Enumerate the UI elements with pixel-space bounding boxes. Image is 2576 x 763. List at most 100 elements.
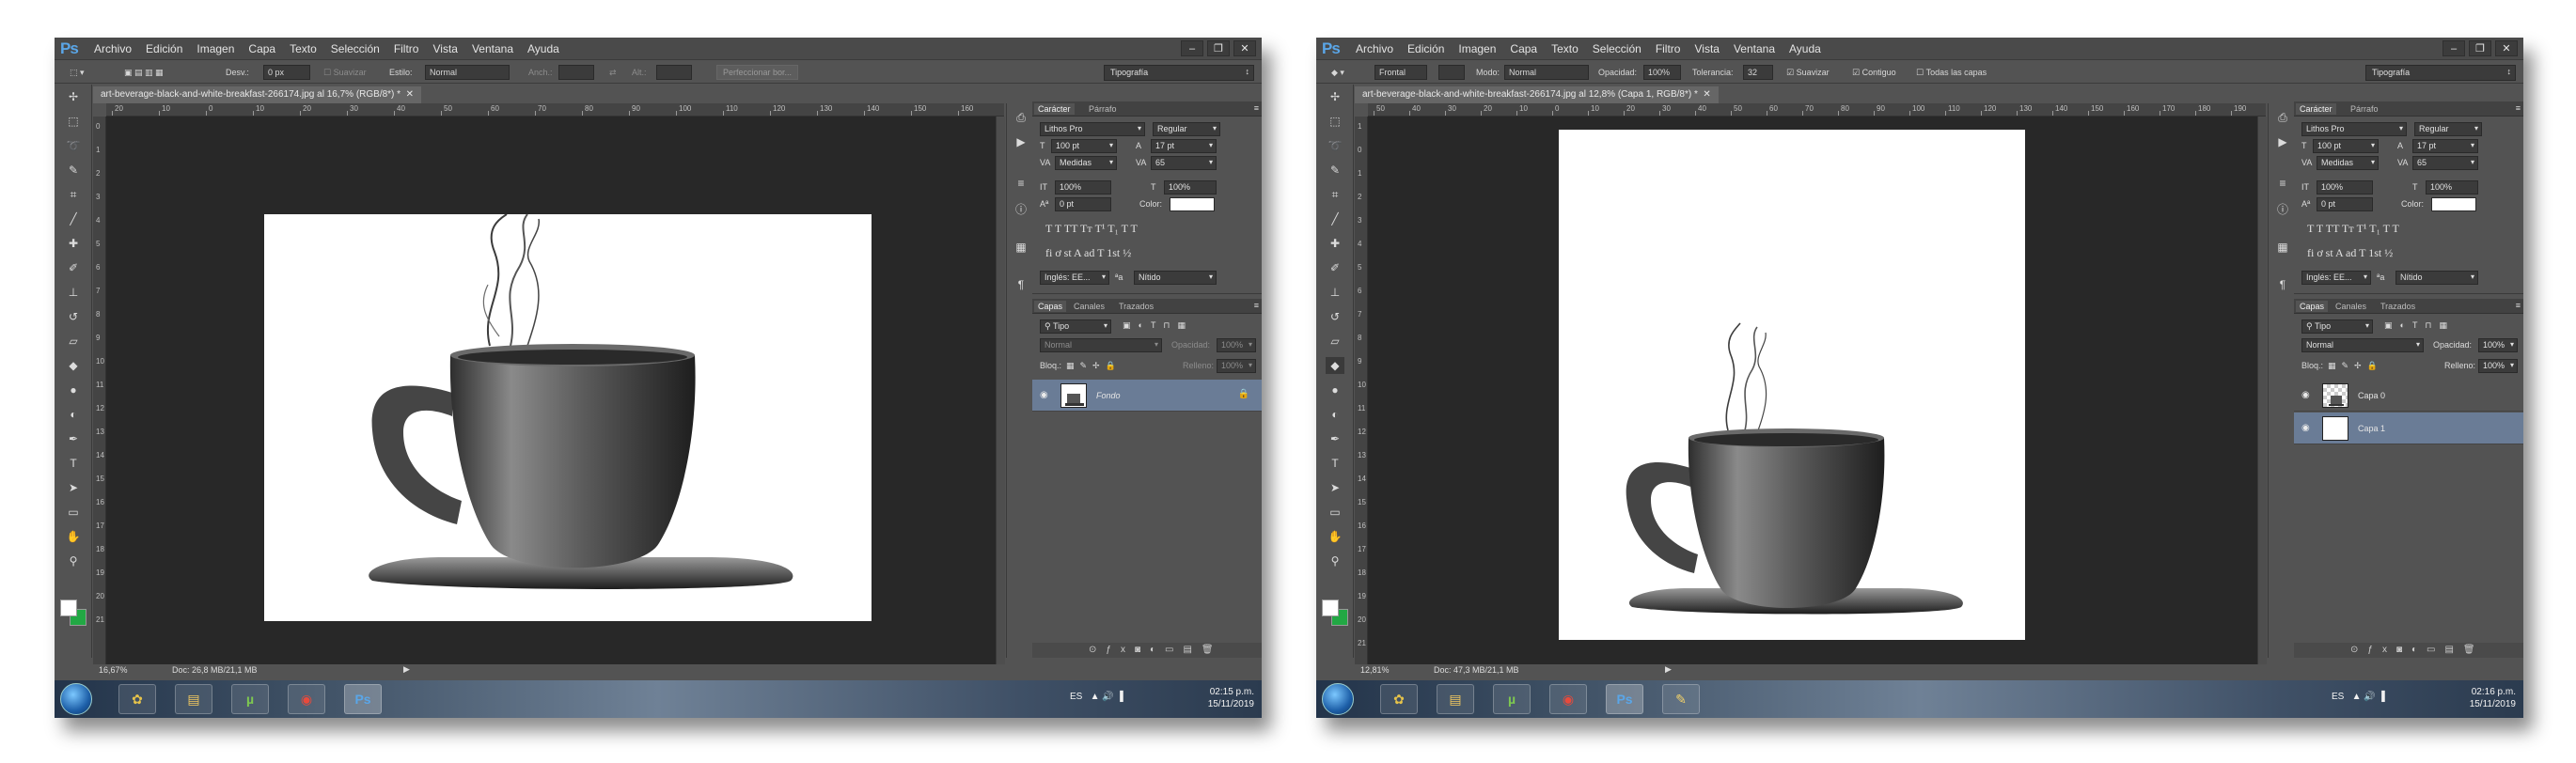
menu-ventana[interactable]: Ventana bbox=[1734, 42, 1775, 55]
paragraph-panel-icon[interactable]: ¶ bbox=[1013, 278, 1029, 293]
layer-filter-icons[interactable]: ▣◐T⊓▦ bbox=[1123, 320, 1193, 331]
layer-filter-icons[interactable]: ▣◐T⊓▦ bbox=[2384, 320, 2455, 331]
tab-capas[interactable]: Capas bbox=[2296, 301, 2329, 312]
font-family-select[interactable]: Lithos Pro bbox=[1040, 122, 1145, 136]
lock-icons[interactable]: ▦✎✢🔒 bbox=[1066, 361, 1122, 371]
hand-icon[interactable]: ✋ bbox=[1326, 528, 1344, 545]
maximize-button[interactable]: ❐ bbox=[1207, 40, 1230, 56]
eye-icon[interactable]: ◉ bbox=[2301, 390, 2310, 400]
tab-canales[interactable]: Canales bbox=[2332, 301, 2370, 312]
eraser-icon[interactable]: ▱ bbox=[64, 333, 83, 350]
foreground-color-swatch[interactable] bbox=[1322, 600, 1339, 616]
chrome-icon[interactable]: ◉ bbox=[288, 684, 325, 714]
chrome-icon[interactable]: ◉ bbox=[1549, 684, 1587, 714]
antialias-select[interactable]: Nítido bbox=[1134, 271, 1217, 285]
tab-canales[interactable]: Canales bbox=[1070, 301, 1108, 312]
status-arrow-icon[interactable]: ▶ bbox=[1665, 664, 1672, 675]
marquee-tool-preset-icon[interactable]: ⬚ ▾ bbox=[70, 65, 85, 80]
document-tab[interactable]: art-beverage-black-and-white-breakfast-2… bbox=[93, 86, 422, 103]
tab-parrafo[interactable]: Párrafo bbox=[2347, 103, 2382, 115]
folder-icon[interactable]: ▤ bbox=[175, 684, 212, 714]
type-style-buttons[interactable]: T T TT Tт T¹ T₁ T T bbox=[2307, 222, 2399, 236]
antialias-select[interactable]: Nítido bbox=[2395, 271, 2478, 285]
baseline-input[interactable]: 0 pt bbox=[1055, 197, 1111, 211]
paint-icon[interactable]: ✿ bbox=[1380, 684, 1418, 714]
menu-seleccion[interactable]: Selección bbox=[331, 42, 380, 55]
tab-caracter[interactable]: Carácter bbox=[1034, 103, 1075, 115]
minimize-button[interactable]: – bbox=[2442, 40, 2465, 56]
actions-panel-icon[interactable]: ▶ bbox=[1013, 135, 1029, 150]
history-panel-icon[interactable]: ⎙ bbox=[2275, 111, 2290, 126]
eye-icon[interactable]: ◉ bbox=[1040, 390, 1048, 400]
crop-icon[interactable]: ⌗ bbox=[64, 186, 83, 203]
baseline-input[interactable]: 0 pt bbox=[2317, 197, 2373, 211]
canvas-scrollbar[interactable] bbox=[996, 117, 1005, 664]
document-canvas[interactable] bbox=[1368, 117, 2257, 664]
leading-select[interactable]: 17 pt bbox=[2412, 139, 2478, 153]
pen-icon[interactable]: ✒ bbox=[64, 430, 83, 447]
crop-icon[interactable]: ⌗ bbox=[1326, 186, 1344, 203]
opentype-buttons[interactable]: fi ơ st A ad T 1st ½ bbox=[2307, 246, 2393, 260]
swap-icon[interactable]: ⇄ bbox=[609, 65, 617, 80]
photoshop-icon[interactable]: Ps bbox=[1606, 684, 1643, 714]
document-canvas[interactable] bbox=[106, 117, 996, 664]
eyedropper-icon[interactable]: ╱ bbox=[64, 210, 83, 227]
todas-capas-checkbox[interactable]: ☐ Todas las capas bbox=[1916, 65, 1987, 80]
move-icon[interactable]: ✢ bbox=[1326, 88, 1344, 105]
text-color-swatch[interactable] bbox=[1170, 197, 1215, 211]
contiguo-checkbox[interactable]: ☑ Contiguo bbox=[1852, 65, 1896, 80]
paint-bucket-icon[interactable]: ◆ bbox=[1326, 357, 1344, 374]
layers-menu-icon[interactable]: ≡ bbox=[1254, 301, 1259, 310]
tab-parrafo[interactable]: Párrafo bbox=[1085, 103, 1121, 115]
shape-icon[interactable]: ▭ bbox=[64, 504, 83, 521]
info-panel-icon[interactable]: ⓘ bbox=[1013, 201, 1029, 216]
menu-imagen[interactable]: Imagen bbox=[196, 42, 234, 55]
menu-ayuda[interactable]: Ayuda bbox=[527, 42, 559, 55]
paint-icon[interactable]: ✿ bbox=[118, 684, 156, 714]
vertical-scale-input[interactable]: 100% bbox=[2317, 180, 2373, 195]
close-button[interactable]: ✕ bbox=[1233, 40, 1256, 56]
layer-row-capa-1[interactable]: ◉ Capa 1 bbox=[2294, 413, 2523, 444]
menu-filtro[interactable]: Filtro bbox=[394, 42, 419, 55]
close-tab-icon[interactable]: ✕ bbox=[1703, 89, 1710, 100]
menu-texto[interactable]: Texto bbox=[290, 42, 317, 55]
language-select[interactable]: Inglés: EE... bbox=[1040, 271, 1109, 285]
estilo-select[interactable]: Normal bbox=[425, 65, 510, 80]
horizontal-scale-input[interactable]: 100% bbox=[2426, 180, 2478, 195]
vertical-scale-input[interactable]: 100% bbox=[1055, 180, 1111, 195]
history-brush-icon[interactable]: ↺ bbox=[64, 308, 83, 325]
language-indicator[interactable]: ES bbox=[2332, 692, 2344, 702]
dodge-icon[interactable]: ◐ bbox=[64, 406, 83, 423]
language-select[interactable]: Inglés: EE... bbox=[2301, 271, 2371, 285]
utorrent-icon[interactable]: µ bbox=[1493, 684, 1531, 714]
panel-menu-icon[interactable]: ≡ bbox=[2516, 103, 2521, 113]
type-style-buttons[interactable]: T T TT Tт T¹ T₁ T T bbox=[1045, 222, 1138, 236]
close-tab-icon[interactable]: ✕ bbox=[406, 89, 414, 100]
menu-capa[interactable]: Capa bbox=[248, 42, 275, 55]
eraser-icon[interactable]: ▱ bbox=[1326, 333, 1344, 350]
panel-menu-icon[interactable]: ≡ bbox=[1254, 103, 1259, 113]
menu-ayuda[interactable]: Ayuda bbox=[1789, 42, 1821, 55]
type-icon[interactable]: T bbox=[64, 455, 83, 472]
tray-icons[interactable]: ES ▲ 🔊 ▐ bbox=[1070, 692, 1123, 702]
blur-icon[interactable]: ● bbox=[64, 382, 83, 398]
fill-input[interactable]: 100% bbox=[2478, 359, 2518, 373]
system-clock[interactable]: 02:15 p.m. 15/11/2019 bbox=[1208, 686, 1254, 710]
font-style-select[interactable]: Regular bbox=[1153, 122, 1220, 136]
dodge-icon[interactable]: ◐ bbox=[1326, 406, 1344, 423]
blend-mode-select[interactable]: Normal bbox=[2301, 338, 2424, 352]
tracking-select[interactable]: 65 bbox=[1151, 156, 1217, 170]
layers-menu-icon[interactable]: ≡ bbox=[2516, 301, 2521, 310]
layer-row-capa-0[interactable]: ◉ Capa 0 bbox=[2294, 380, 2523, 412]
maximize-button[interactable]: ❐ bbox=[2469, 40, 2491, 56]
quick-select-icon[interactable]: ✎ bbox=[64, 162, 83, 179]
marquee-icon[interactable]: ⬚ bbox=[64, 113, 83, 130]
menu-ventana[interactable]: Ventana bbox=[472, 42, 513, 55]
paint-bucket-icon[interactable]: ◆ bbox=[64, 357, 83, 374]
font-family-select[interactable]: Lithos Pro bbox=[2301, 122, 2407, 136]
info-panel-icon[interactable]: ⓘ bbox=[2275, 201, 2290, 216]
utorrent-icon[interactable]: µ bbox=[231, 684, 269, 714]
font-size-select[interactable]: 100 pt bbox=[2313, 139, 2379, 153]
suavizar-checkbox[interactable]: ☑ Suavizar bbox=[1786, 65, 1830, 80]
history-panel-icon[interactable]: ⎙ bbox=[1013, 111, 1029, 126]
